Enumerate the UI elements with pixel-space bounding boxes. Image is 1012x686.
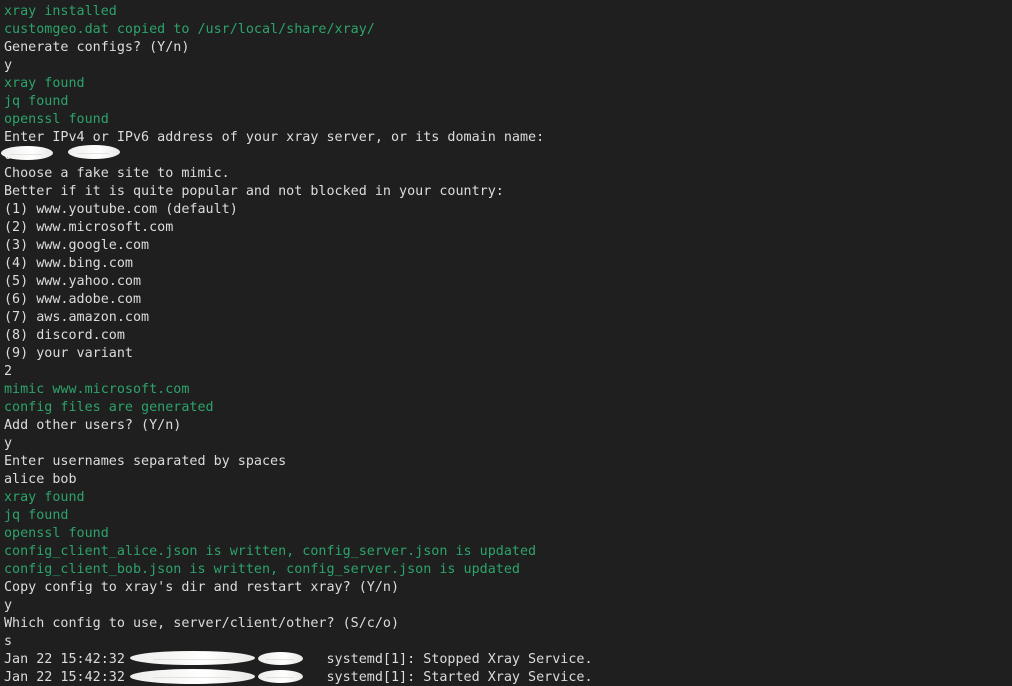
terminal-line-30: openssl found	[4, 526, 109, 541]
terminal-line-38: Jan 22 15:42:32 systemd[1]: Started Xray…	[4, 670, 593, 685]
terminal-line-15: (4) www.bing.com	[4, 256, 133, 271]
terminal-line-36: s	[4, 634, 13, 649]
terminal-line-26: Enter usernames separated by spaces	[4, 454, 287, 469]
terminal-line-16: (5) www.yahoo.com	[4, 274, 142, 289]
terminal-line-20: (9) your variant	[4, 346, 133, 361]
terminal-window[interactable]: xray installed customgeo.dat copied to /u…	[0, 0, 1012, 686]
terminal-line-27: alice bob	[4, 472, 77, 487]
terminal-line-4: y	[4, 58, 13, 73]
terminal-line-28: xray found	[4, 490, 85, 505]
terminal-line-7: openssl found	[4, 112, 109, 127]
terminal-output-buffer: xray installed customgeo.dat copied to /u…	[4, 3, 593, 686]
terminal-line-31: config_client_alice.json is written, con…	[4, 544, 537, 559]
terminal-line-32: config_client_bob.json is written, confi…	[4, 562, 520, 577]
terminal-line-13: (2) www.microsoft.com	[4, 220, 174, 235]
terminal-line-35: Which config to use, server/client/other…	[4, 616, 400, 631]
terminal-line-23: config files are generated	[4, 400, 214, 415]
terminal-line-33: Copy config to xray's dir and restart xr…	[4, 580, 400, 595]
terminal-line-24: Add other users? (Y/n)	[4, 418, 182, 433]
terminal-line-9: 0.	[4, 148, 21, 163]
terminal-line-14: (3) www.google.com	[4, 238, 150, 253]
terminal-line-25: y	[4, 436, 13, 451]
terminal-line-11: Better if it is quite popular and not bl…	[4, 184, 504, 199]
terminal-line-29: jq found	[4, 508, 69, 523]
terminal-line-3: Generate configs? (Y/n)	[4, 40, 190, 55]
terminal-line-5: xray found	[4, 76, 85, 91]
terminal-line-6: jq found	[4, 94, 69, 109]
terminal-line-18: (7) aws.amazon.com	[4, 310, 150, 325]
terminal-line-22: mimic www.microsoft.com	[4, 382, 190, 397]
terminal-line-8: Enter IPv4 or IPv6 address of your xray …	[4, 130, 545, 145]
terminal-line-2: customgeo.dat copied to /usr/local/share…	[4, 22, 375, 37]
terminal-line-12: (1) www.youtube.com (default)	[4, 202, 238, 217]
terminal-line-34: y	[4, 598, 13, 613]
terminal-line-1: xray installed	[4, 4, 117, 19]
terminal-line-17: (6) www.adobe.com	[4, 292, 142, 307]
terminal-line-10: Choose a fake site to mimic.	[4, 166, 230, 181]
terminal-line-19: (8) discord.com	[4, 328, 125, 343]
terminal-line-21: 2	[4, 364, 13, 379]
terminal-line-37: Jan 22 15:42:32 systemd[1]: Stopped Xray…	[4, 652, 593, 667]
